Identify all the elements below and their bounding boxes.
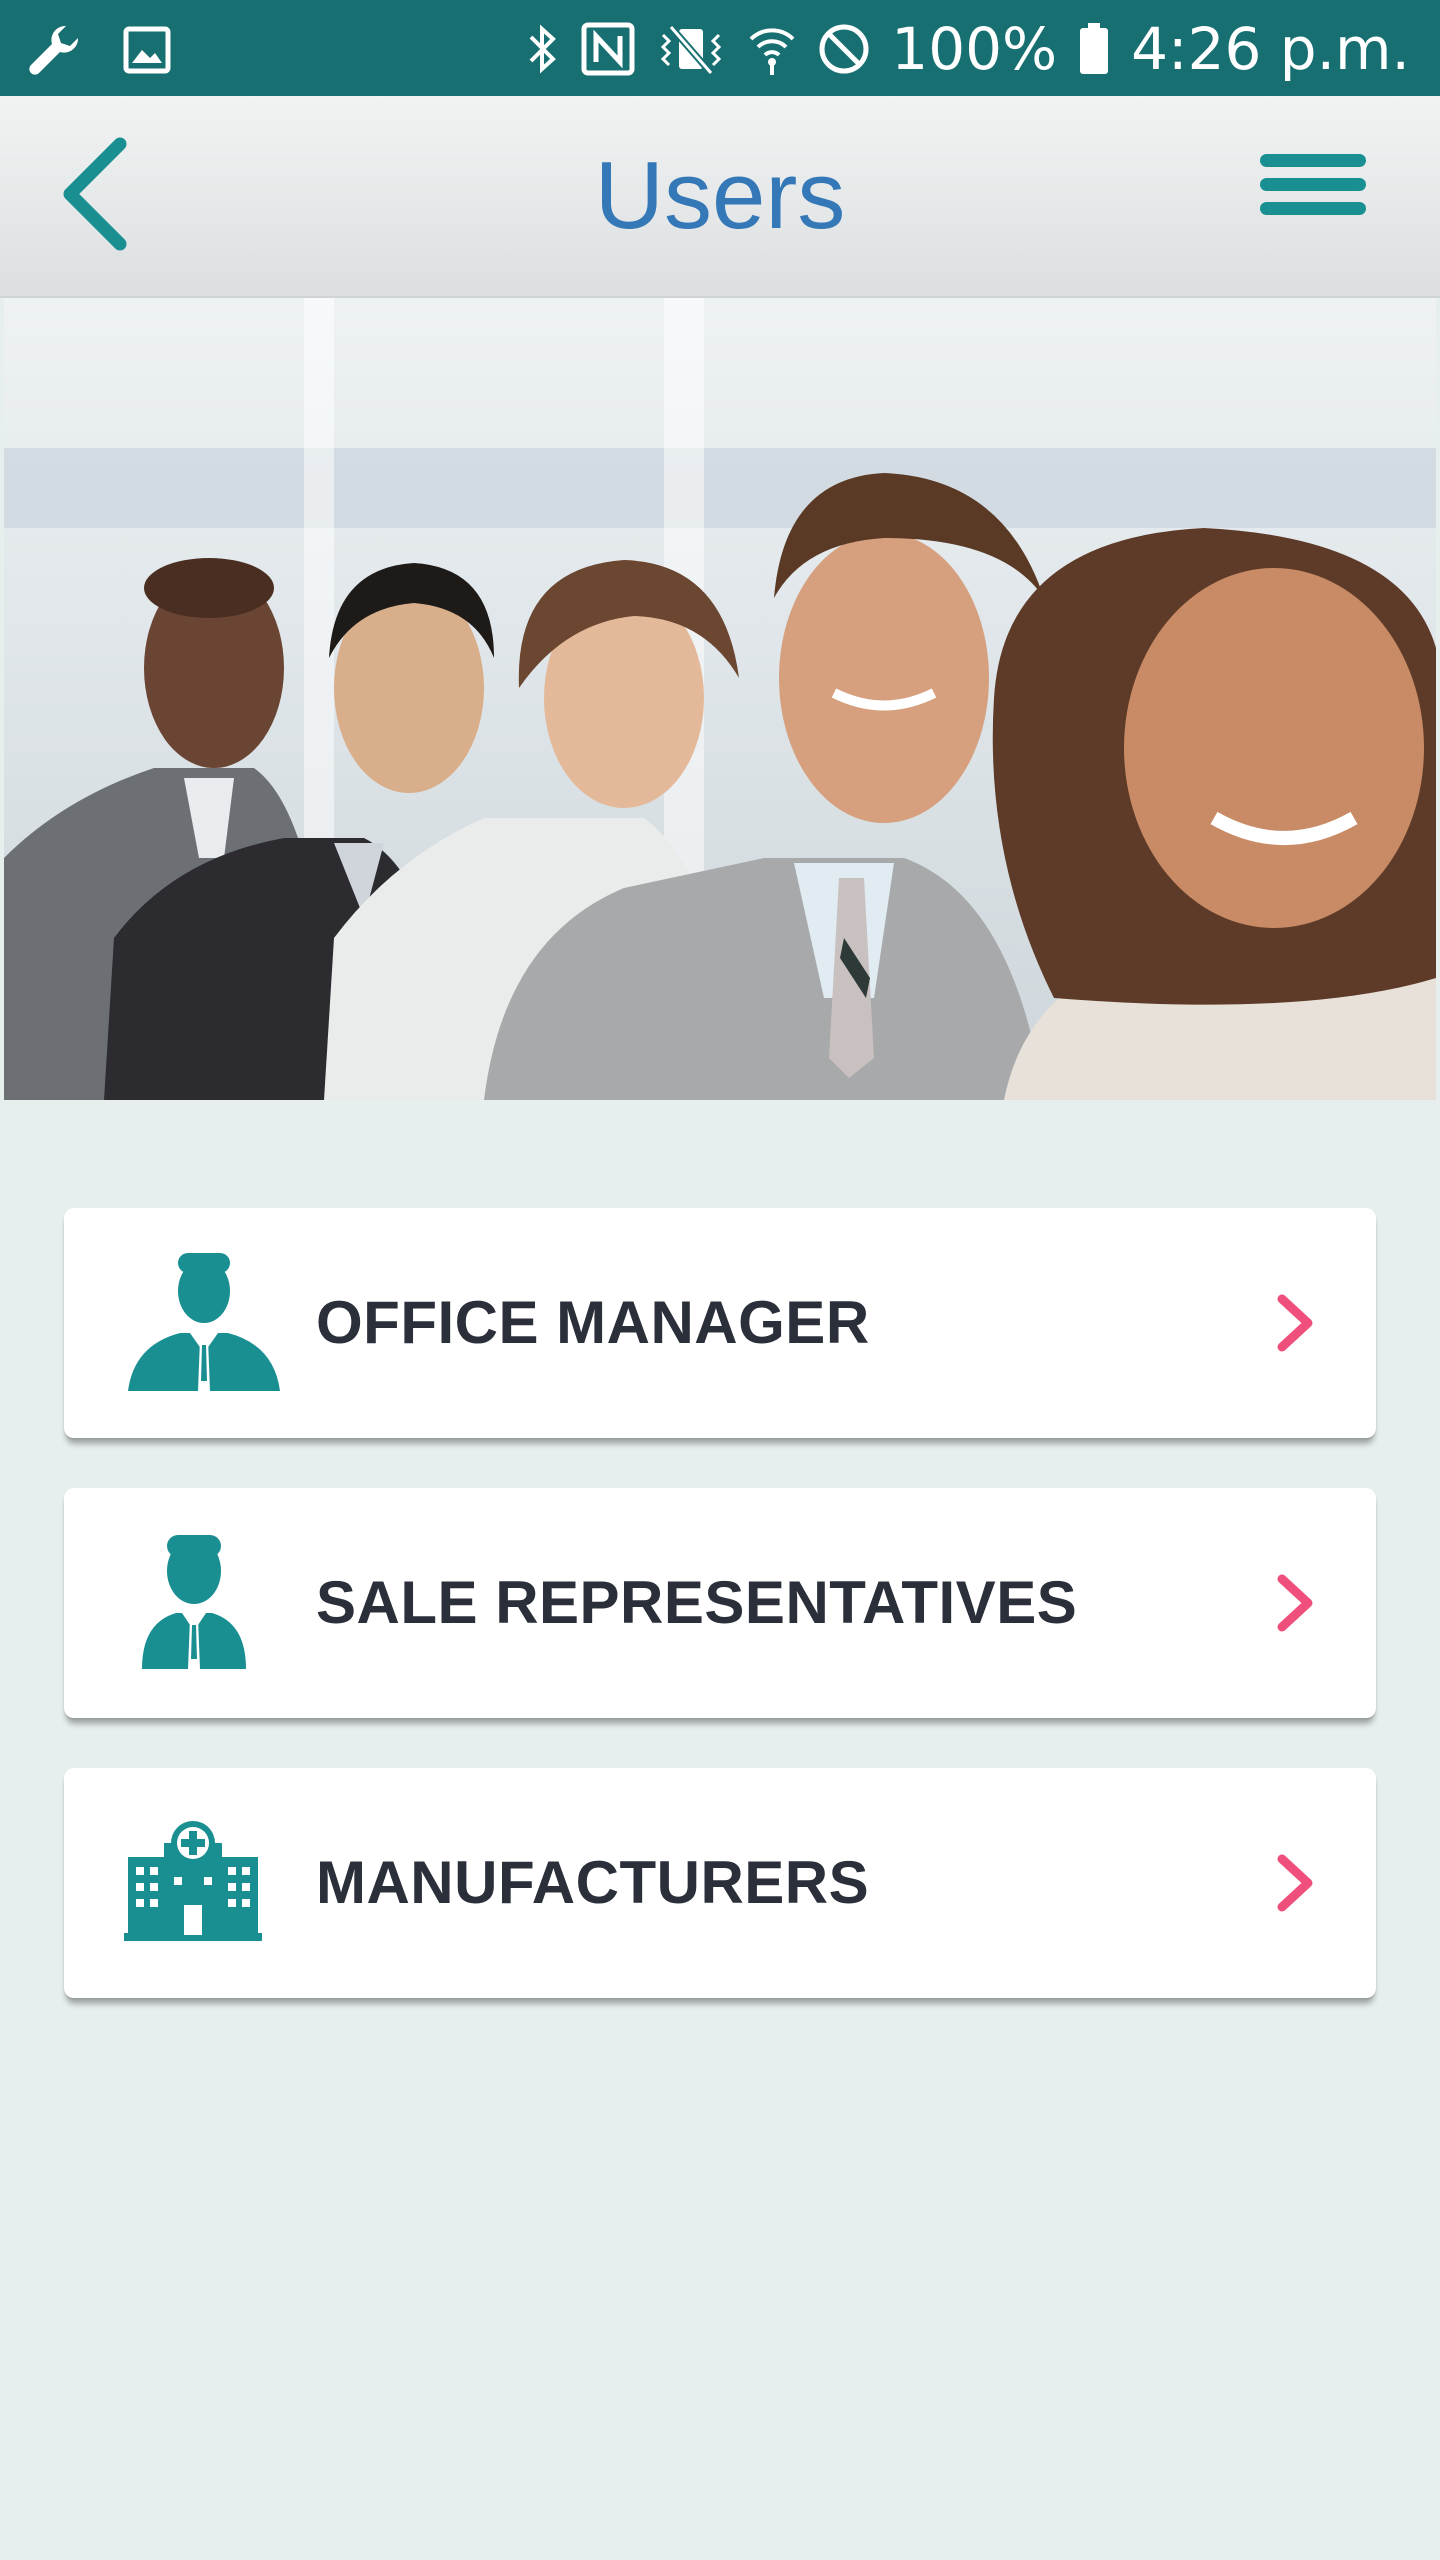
battery-percent: 100% (891, 15, 1058, 83)
status-bar: 100% 4:26 p.m. (0, 0, 1440, 96)
page-title: Users (594, 142, 846, 249)
manager-icon (124, 1253, 284, 1393)
menu-item-office-manager[interactable]: OFFICE MANAGER (64, 1208, 1376, 1438)
menu-item-manufacturers[interactable]: MANUFACTURERS (64, 1768, 1376, 1998)
status-time: 4:26 p.m. (1131, 15, 1410, 83)
image-icon (122, 25, 172, 75)
menu-item-label: MANUFACTURERS (316, 1849, 870, 1916)
vibrate-icon (655, 21, 727, 77)
wifi-icon (747, 21, 797, 77)
do-not-disturb-icon (817, 22, 871, 76)
status-left-icons (26, 22, 172, 78)
hospital-building-icon (124, 1813, 284, 1953)
back-button[interactable] (50, 136, 150, 256)
nfc-icon (581, 22, 635, 76)
representative-icon (124, 1533, 284, 1673)
chevron-right-icon (1270, 1573, 1320, 1633)
hero-image (4, 298, 1436, 1100)
group-of-business-people-photo (4, 298, 1436, 1100)
menu-item-label: SALE REPRESENTATIVES (316, 1569, 1078, 1636)
wrench-icon (26, 22, 82, 78)
chevron-left-icon (63, 137, 127, 251)
menu-item-sale-representatives[interactable]: SALE REPRESENTATIVES (64, 1488, 1376, 1718)
status-right-icons: 100% 4:26 p.m. (525, 14, 1410, 84)
chevron-right-icon (1270, 1293, 1320, 1353)
app-bar: Users (0, 96, 1440, 298)
battery-icon (1077, 21, 1111, 77)
chevron-right-icon (1270, 1853, 1320, 1913)
bluetooth-icon (525, 21, 561, 77)
hamburger-menu-icon (1260, 154, 1366, 215)
menu-button[interactable] (1254, 150, 1374, 260)
menu-item-label: OFFICE MANAGER (316, 1289, 870, 1356)
